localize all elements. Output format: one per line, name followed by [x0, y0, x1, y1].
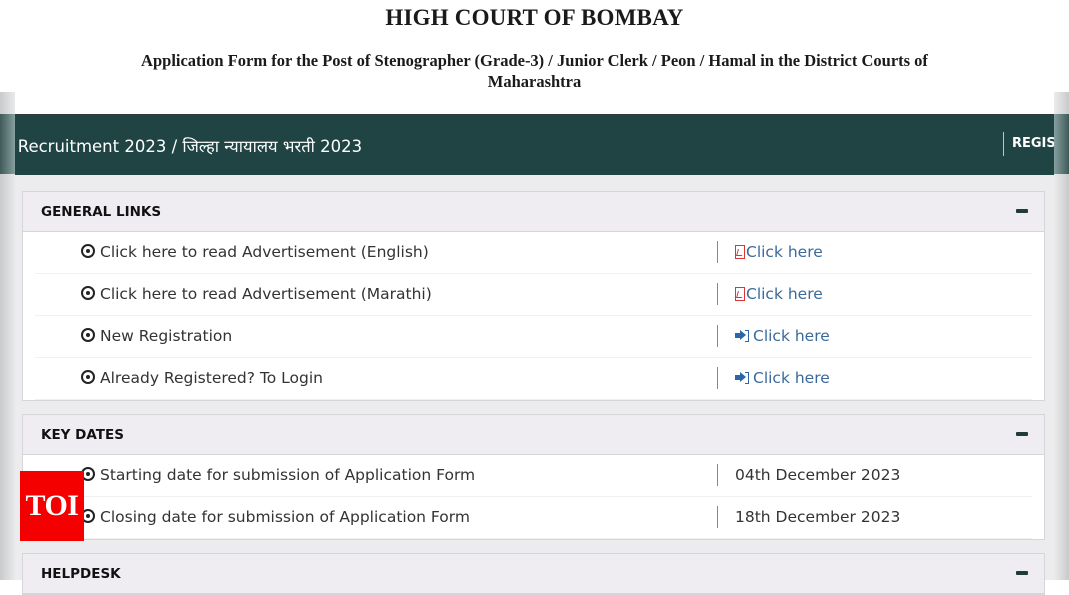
panel-heading[interactable]: HELPDESK	[23, 554, 1044, 594]
minus-icon[interactable]	[1016, 571, 1028, 575]
dot-circle-icon	[81, 328, 95, 342]
panel-heading[interactable]: KEY DATES	[23, 415, 1044, 455]
list-item: Already Registered? To Login Click here	[35, 358, 1032, 400]
sign-in-icon	[735, 372, 749, 384]
row-label-text: Already Registered? To Login	[100, 369, 323, 387]
navbar: t Recruitment 2023 / जिल्हा न्यायालय भरत…	[15, 114, 1054, 175]
row-divider	[717, 464, 718, 486]
list-item: Click here to read Advertisement (Marath…	[35, 274, 1032, 316]
right-gutter	[1054, 92, 1069, 580]
register-nav-link[interactable]: REGIST	[1012, 136, 1054, 151]
row-label: Click here to read Advertisement (Englis…	[81, 243, 429, 261]
panel-body: Click here to read Advertisement (Englis…	[23, 232, 1044, 400]
panel-title: KEY DATES	[41, 427, 124, 443]
dot-circle-icon	[81, 370, 95, 384]
new-registration-link[interactable]: Click here	[735, 327, 830, 345]
row-divider	[717, 241, 718, 263]
list-item: Click here to read Advertisement (Englis…	[35, 232, 1032, 274]
navbar-title: t Recruitment 2023 / जिल्हा न्यायालय भरत…	[15, 137, 363, 156]
row-label: Starting date for submission of Applicat…	[81, 466, 475, 484]
panel-body: Starting date for submission of Applicat…	[23, 455, 1044, 539]
row-label: Closing date for submission of Applicati…	[81, 508, 470, 526]
advertisement-english-link[interactable]: Click here	[735, 243, 823, 261]
panel-helpdesk: HELPDESK	[22, 553, 1045, 595]
link-text[interactable]: Click here	[753, 327, 830, 345]
row-label: New Registration	[81, 327, 232, 345]
left-gutter-shade	[0, 114, 15, 174]
row-divider	[717, 325, 718, 347]
file-pdf-icon	[735, 287, 745, 301]
toi-watermark-logo: TOI	[20, 471, 84, 541]
row-label-text: Click here to read Advertisement (Englis…	[100, 243, 429, 261]
navbar-divider	[1003, 132, 1004, 156]
minus-icon[interactable]	[1016, 432, 1028, 436]
list-item: New Registration Click here	[35, 316, 1032, 358]
page-subtitle: Application Form for the Post of Stenogr…	[141, 51, 928, 91]
panel-general-links: GENERAL LINKS Click here to read Adverti…	[22, 191, 1045, 401]
advertisement-marathi-link[interactable]: Click here	[735, 285, 823, 303]
row-label-text: Starting date for submission of Applicat…	[100, 466, 476, 484]
panel-title: GENERAL LINKS	[41, 204, 162, 220]
row-divider	[717, 367, 718, 389]
right-gutter-shade	[1054, 114, 1069, 174]
panel-heading[interactable]: GENERAL LINKS	[23, 192, 1044, 232]
dot-circle-icon	[81, 244, 95, 258]
link-text[interactable]: Click here	[753, 369, 830, 387]
sign-in-icon	[735, 330, 749, 342]
minus-icon[interactable]	[1016, 209, 1028, 213]
left-gutter	[0, 92, 15, 580]
row-divider	[717, 283, 718, 305]
list-item: Closing date for submission of Applicati…	[35, 497, 1032, 539]
page-header: HIGH COURT OF BOMBAY Application Form fo…	[0, 0, 1069, 114]
row-label-text: New Registration	[100, 327, 233, 345]
start-date-value: 04th December 2023	[735, 466, 901, 484]
row-label-text: Closing date for submission of Applicati…	[100, 508, 470, 526]
file-pdf-icon	[735, 245, 745, 259]
link-text[interactable]: Click here	[746, 285, 823, 303]
row-label-text: Click here to read Advertisement (Marath…	[100, 285, 432, 303]
list-item: Starting date for submission of Applicat…	[35, 455, 1032, 497]
closing-date-value: 18th December 2023	[735, 508, 901, 526]
login-link[interactable]: Click here	[735, 369, 830, 387]
link-text[interactable]: Click here	[746, 243, 823, 261]
dot-circle-icon	[81, 286, 95, 300]
page-title: HIGH COURT OF BOMBAY	[385, 5, 684, 30]
panel-key-dates: KEY DATES Starting date for submission o…	[22, 414, 1045, 540]
row-label: Already Registered? To Login	[81, 369, 323, 387]
row-divider	[717, 506, 718, 528]
row-label: Click here to read Advertisement (Marath…	[81, 285, 432, 303]
